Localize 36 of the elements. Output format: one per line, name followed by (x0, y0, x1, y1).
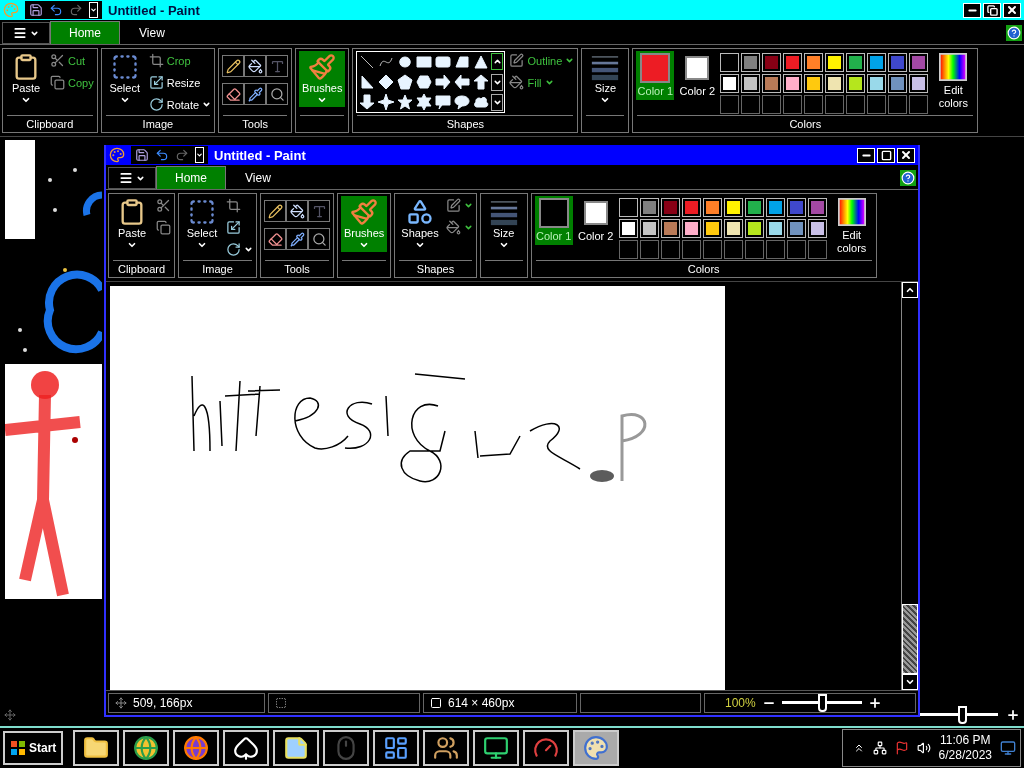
size-button[interactable]: Size (585, 51, 626, 107)
canvas-size: 614 × 460px (448, 696, 515, 710)
ribbon-tab[interactable]: Home (156, 166, 226, 189)
edit-colors-button[interactable]: Edit colors (932, 51, 975, 112)
brushes-button[interactable]: Brushes (341, 196, 388, 252)
brushes-button[interactable]: Brushes (299, 51, 346, 107)
zoom-level: 100% (725, 696, 756, 710)
group-label: Shapes (446, 118, 485, 130)
group-label: Image (142, 118, 174, 130)
shapes-button[interactable]: Shapes (398, 196, 442, 252)
window-title: Untitled - Paint (214, 147, 306, 163)
select-button[interactable]: Select (182, 196, 222, 252)
group-label: Colors (789, 118, 822, 130)
group-label: Shapes (416, 263, 455, 275)
rotate-button[interactable]: Rotate (148, 95, 212, 114)
start-button[interactable]: Start (3, 731, 64, 765)
edit-colors-button[interactable]: Edit colors (830, 196, 873, 257)
select-button[interactable]: Select (104, 51, 145, 107)
color-1-button[interactable]: Color 1 (636, 51, 675, 100)
color-2-button[interactable]: Color 2 (678, 51, 717, 100)
group-label: Tools (242, 118, 268, 130)
group-label: Image (202, 263, 233, 275)
size-button[interactable]: Size (483, 196, 524, 252)
window-title: Untitled - Paint (108, 2, 200, 18)
group-label: Clipboard (117, 263, 166, 275)
cursor-position: 509, 166px (133, 696, 193, 710)
ribbon-tab[interactable]: Home (50, 21, 120, 44)
paste-button[interactable]: Paste (112, 196, 152, 252)
color-2-button[interactable]: Color 2 (576, 196, 615, 245)
group-label: Tools (284, 263, 310, 275)
clock[interactable]: 11:06 PM 6/28/2023 (938, 733, 992, 763)
resize-button[interactable]: Resize (148, 73, 212, 92)
color-1-button[interactable]: Color 1 (534, 196, 573, 245)
group-label: Clipboard (26, 118, 74, 130)
paste-button[interactable]: Paste (6, 51, 46, 107)
group-label: Colors (687, 263, 720, 275)
